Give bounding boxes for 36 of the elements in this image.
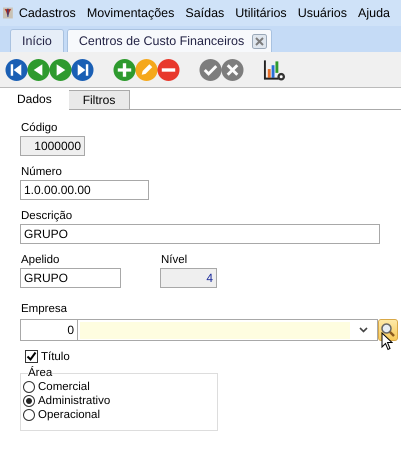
number-field[interactable]: 1.0.00.00.00 — [20, 180, 149, 200]
menu-item[interactable]: Movimentações — [86, 6, 174, 20]
menu-item[interactable]: Saídas — [185, 6, 224, 20]
tab[interactable]: Filtros — [68, 90, 130, 110]
menu-item[interactable]: Ajuda — [358, 6, 390, 20]
chevron-down-icon — [359, 327, 368, 333]
field-label: Nível — [161, 253, 188, 267]
radio-option[interactable]: Operacional — [23, 408, 217, 422]
field-label: Descrição — [21, 209, 72, 223]
last-record-button[interactable] — [71, 58, 94, 82]
radio-option[interactable]: Administrativo — [23, 394, 217, 408]
add-button[interactable] — [113, 58, 136, 82]
previous-button[interactable] — [27, 58, 50, 82]
first-record-button[interactable] — [5, 58, 28, 82]
description-field[interactable]: GRUPO — [20, 224, 380, 244]
radio-option[interactable]: Comercial — [23, 380, 217, 394]
menu-item[interactable]: Utilitários — [235, 6, 287, 20]
group-title: Área — [28, 366, 52, 380]
close-icon[interactable] — [252, 34, 268, 48]
delete-button[interactable] — [157, 58, 180, 82]
tab[interactable]: Centros de Custo Financeiros — [66, 29, 272, 52]
field-label: Código — [21, 121, 58, 135]
search-button[interactable] — [378, 319, 398, 341]
title-checkbox[interactable]: Título — [25, 350, 70, 363]
company-code-field[interactable]: 0 — [20, 319, 77, 341]
next-button[interactable] — [49, 58, 72, 82]
field-label: Número — [21, 165, 62, 179]
nickname-field[interactable]: GRUPO — [20, 268, 121, 288]
field-label: Empresa — [21, 302, 68, 316]
field-label: Apelido — [21, 253, 60, 267]
chart-settings-button[interactable] — [263, 58, 286, 82]
menu-item[interactable]: Usuários — [298, 6, 348, 20]
menu-item[interactable]: Cadastros — [18, 6, 76, 20]
mouse-pointer-icon — [381, 332, 393, 351]
check-icon — [26, 351, 37, 362]
tab[interactable]: Início — [10, 29, 64, 52]
